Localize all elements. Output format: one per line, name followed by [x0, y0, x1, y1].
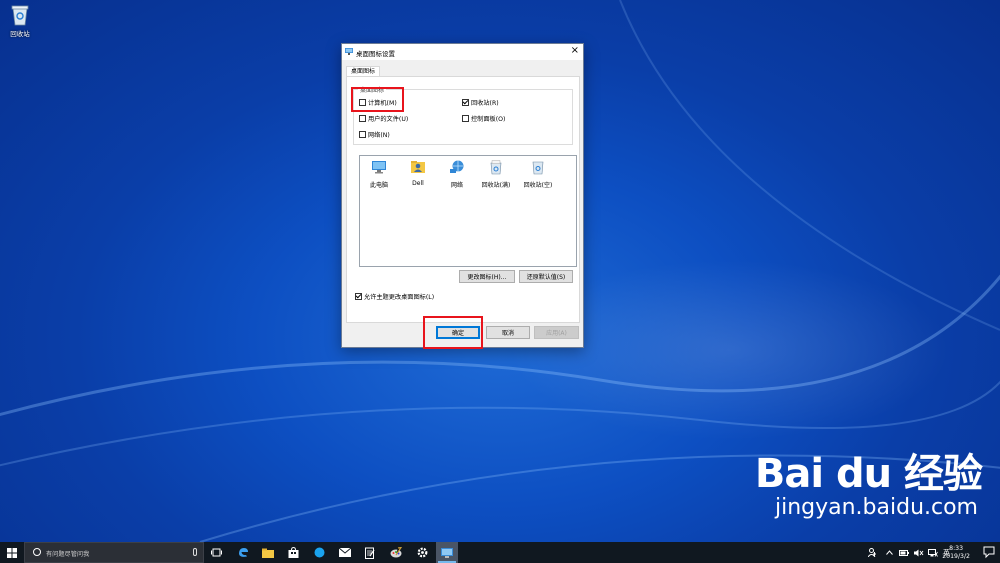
compass-icon: [314, 547, 324, 558]
chevron-up-icon[interactable]: [886, 550, 893, 555]
checkbox-label: 控制面板(O): [471, 116, 506, 123]
checkbox-label: 允许主题更改桌面图标(L): [364, 294, 435, 301]
recycle-bin-full-icon: [490, 160, 502, 175]
checkbox-label: 用户的文件(U): [368, 116, 409, 123]
mail-icon: [339, 548, 351, 557]
dialog-titlebar[interactable]: 桌面图标设置 ×: [342, 44, 583, 60]
ok-button[interactable]: 确定: [436, 326, 480, 339]
checkbox-computer[interactable]: 计算机(M): [359, 98, 397, 107]
icon-item-label: 网络: [450, 182, 463, 189]
notepad-icon: [365, 547, 375, 559]
icon-item-this-pc[interactable]: 此电脑: [363, 159, 395, 189]
watermark-brand: Bai du 经验: [754, 451, 983, 497]
edge-button[interactable]: [232, 542, 254, 563]
search-placeholder: 有问题尽管问我: [46, 551, 90, 558]
checkbox-allow-theme[interactable]: 允许主题更改桌面图标(L): [355, 292, 434, 301]
task-view-icon: [210, 548, 222, 557]
clock-time: 8:33: [949, 545, 964, 552]
apply-button[interactable]: 应用(A): [534, 326, 579, 339]
gear-icon: [417, 547, 427, 558]
folder-icon: [262, 548, 274, 558]
checkbox-box[interactable]: [359, 115, 366, 122]
paint-brush-icon: [390, 546, 402, 557]
network-icon: [450, 160, 464, 173]
desktop-settings-icon: [345, 48, 353, 55]
checkbox-label: 回收站(R): [471, 100, 499, 107]
checkbox-control-panel[interactable]: 控制面板(O): [462, 114, 505, 123]
desktop-icon-settings-dialog: 桌面图标设置 × 桌面图标 桌面图标 计算机(M) 回收站(R) 用户的文件(U…: [341, 43, 584, 348]
computer-icon: [372, 161, 386, 174]
checkbox-box[interactable]: [462, 99, 469, 106]
start-button[interactable]: [0, 542, 24, 563]
icon-list[interactable]: 此电脑 Dell 网络 回收站(满) 回收站(空): [359, 155, 577, 267]
checkbox-box[interactable]: [359, 131, 366, 138]
desktop-settings-icon: [441, 547, 453, 558]
icon-item-recycle-empty[interactable]: 回收站(空): [519, 159, 557, 189]
watermark-url: jingyan.baidu.com: [774, 495, 978, 520]
group-legend: 桌面图标: [358, 85, 387, 94]
cancel-button[interactable]: 取消: [486, 326, 530, 339]
edge-icon: [238, 548, 248, 557]
checkbox-user-files[interactable]: 用户的文件(U): [359, 114, 408, 123]
checkbox-box[interactable]: [462, 115, 469, 122]
icon-item-network[interactable]: 网络: [441, 159, 473, 189]
user-folder-icon: [411, 161, 425, 173]
settings-button[interactable]: [411, 542, 433, 563]
notification-center-icon[interactable]: [982, 545, 996, 559]
notepad-button[interactable]: [359, 542, 381, 563]
checkbox-box[interactable]: [359, 99, 366, 106]
recycle-bin-label: 回收站: [10, 30, 30, 38]
file-explorer-button[interactable]: [257, 542, 279, 563]
taskbar: 有问题尽管问我 英 8:33 2019/3/2: [0, 542, 1000, 563]
mute-speaker-icon[interactable]: [914, 549, 924, 557]
tab-panel: 桌面图标 计算机(M) 回收站(R) 用户的文件(U) 控制面板(O) 网络(N…: [346, 76, 580, 323]
desktop-recycle-bin[interactable]: 回收站: [4, 4, 36, 38]
icon-item-dell[interactable]: Dell: [402, 159, 434, 187]
store-button[interactable]: [282, 542, 304, 563]
restore-default-button[interactable]: 还原默认值(S): [519, 270, 573, 283]
microphone-icon[interactable]: [193, 548, 197, 556]
icon-item-recycle-full[interactable]: 回收站(满): [480, 159, 512, 189]
recycle-bin-empty-icon: [532, 161, 544, 175]
clock[interactable]: 8:33 2019/3/2: [942, 545, 970, 561]
baidu-watermark: Bai du 经验 jingyan.baidu.com: [754, 451, 983, 520]
task-view-button[interactable]: [205, 542, 227, 563]
icon-item-label: Dell: [412, 180, 424, 187]
dialog-title: 桌面图标设置: [356, 50, 395, 58]
network-status-icon[interactable]: [928, 548, 938, 557]
close-button[interactable]: ×: [571, 45, 579, 57]
icon-item-label: 回收站(空): [523, 182, 553, 189]
clock-date: 2019/3/2: [942, 553, 970, 560]
battery-icon[interactable]: [899, 549, 909, 556]
store-icon: [288, 547, 298, 558]
search-box[interactable]: 有问题尽管问我: [24, 542, 204, 563]
windows-logo-icon: [7, 547, 17, 558]
icon-item-label: 回收站(满): [481, 182, 511, 189]
paint-tool-button[interactable]: [385, 542, 407, 563]
mail-button[interactable]: [334, 542, 356, 563]
checkbox-label: 网络(N): [368, 132, 390, 139]
recycle-bin-icon: [10, 4, 30, 26]
desktop-icon-settings-taskbar-button[interactable]: [436, 542, 458, 563]
icon-item-label: 此电脑: [369, 182, 388, 189]
system-tray: 英: [868, 542, 950, 563]
safari-button[interactable]: [308, 542, 330, 563]
checkbox-network[interactable]: 网络(N): [359, 130, 390, 139]
checkbox-recycle-bin[interactable]: 回收站(R): [462, 98, 499, 107]
person-icon[interactable]: [868, 548, 877, 557]
desktop-icons-group: 桌面图标 计算机(M) 回收站(R) 用户的文件(U) 控制面板(O) 网络(N…: [353, 85, 573, 145]
change-icon-button[interactable]: 更改图标(H)...: [459, 270, 515, 283]
checkbox-box[interactable]: [355, 293, 362, 300]
checkbox-label: 计算机(M): [368, 100, 397, 107]
cortana-icon: [33, 548, 41, 556]
